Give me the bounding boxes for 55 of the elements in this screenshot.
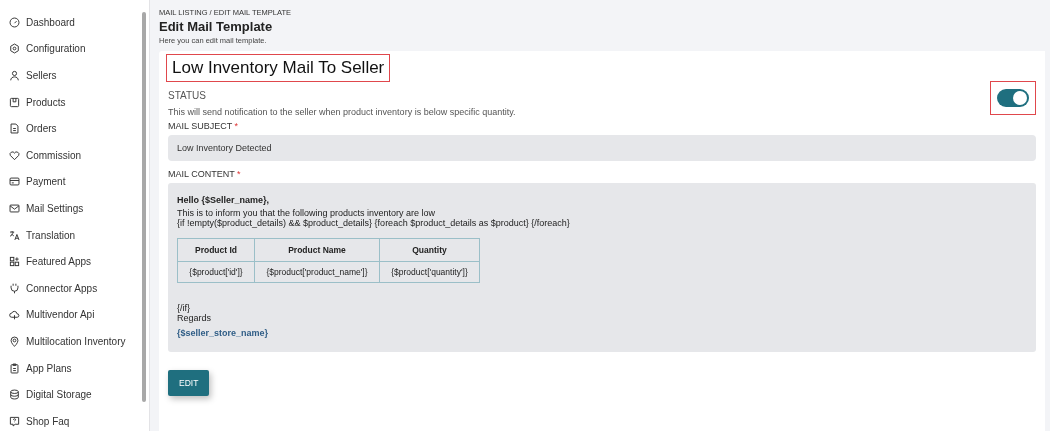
sidebar-item[interactable]: Featured Apps [0,248,140,275]
template-name: Low Inventory Mail To Seller [166,54,391,82]
cloud-icon [9,309,20,321]
page-title: Edit Mail Template [159,19,274,34]
book-icon [9,96,20,108]
body-text: This is to inform you that the following products inventory are low [177,208,437,218]
sidebar-item[interactable]: Sellers [0,62,140,89]
column-header: Product Id [177,238,255,262]
table-cell: {$product['id']} [177,261,255,283]
greeting-text: Hello {$Seller_name}, [177,195,271,205]
translate-icon [9,229,20,241]
column-header: Quantity [379,238,480,262]
body-text: {/if} [177,303,191,313]
edit-button[interactable]: EDIT [168,370,210,396]
status-label: STATUS [168,90,207,101]
sidebar-item[interactable]: Payment [0,168,140,196]
sidebar-item[interactable]: Dashboard [0,9,140,36]
mail-content-editor[interactable] [168,183,1036,352]
sidebar-item[interactable]: Configuration [0,35,140,63]
person-icon [9,70,20,81]
mail-icon [9,202,20,214]
status-toggle[interactable] [997,89,1029,107]
subject-label: MAIL SUBJECT * [167,121,240,131]
body-text: Regards [177,313,213,323]
table-cell: {$product['product_name']} [254,261,380,283]
card-icon [9,176,20,188]
status-description: This will send notification to the seller when product inventory is below specific quantity. [168,107,516,117]
sidebar-item[interactable]: Mail Settings [0,195,140,222]
sidebar-item[interactable]: Commission [0,141,140,169]
sidebar-item[interactable]: Translation [0,221,140,249]
sidebar-item[interactable]: Orders [0,115,140,142]
table-cell: {$product['quantity']} [379,261,480,283]
sidebar-item[interactable]: Multivendor Api [0,301,140,329]
database-icon [9,389,20,401]
sidebar-item[interactable]: Shop Faq [0,407,140,431]
file-icon [9,123,20,135]
gauge-icon [9,16,20,28]
grid-icon [9,256,20,268]
gear-icon [9,43,20,55]
plug-icon [9,282,20,294]
pin-icon [9,335,20,347]
sidebar-item[interactable]: Digital Storage [0,381,140,408]
question-icon [9,415,20,427]
sidebar-item[interactable]: App Plans [0,354,140,382]
body-text: {if !empty($product_details) && $product_details} {foreach $product_details as $product} {/foreach} [177,218,571,228]
subject-field[interactable]: Low Inventory Detected [168,135,1036,161]
sidebar-item[interactable]: Products [0,88,140,116]
sidebar-item[interactable]: Connector Apps [0,274,140,302]
clipboard-icon [9,362,20,374]
signature-text: {$seller_store_name} [177,328,270,338]
column-header: Product Name [254,238,380,262]
sidebar-item[interactable]: Multilocation Inventory [0,328,140,355]
heart-icon [9,149,20,161]
content-label: MAIL CONTENT * [167,169,242,179]
scrollbar[interactable] [140,0,149,431]
